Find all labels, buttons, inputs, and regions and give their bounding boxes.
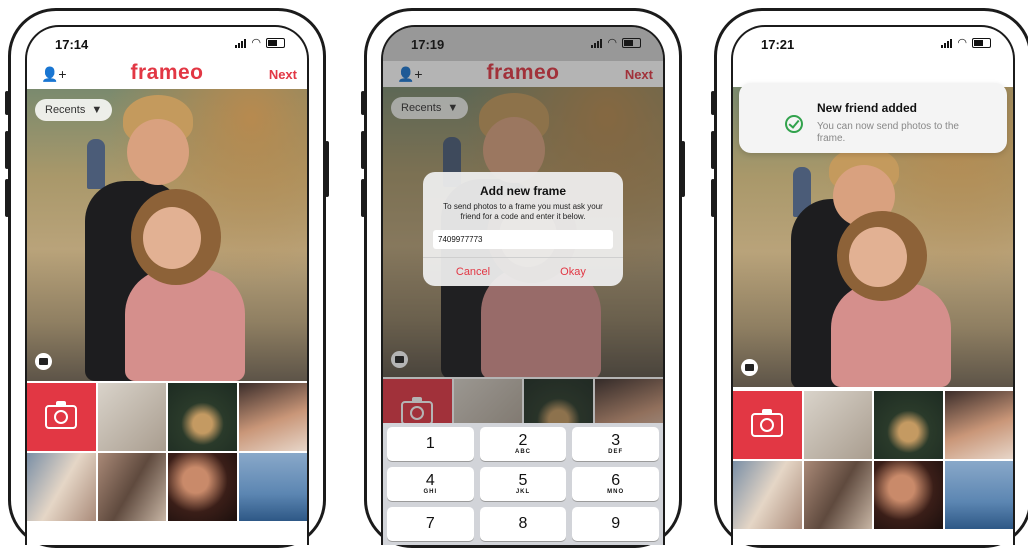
key-3[interactable]: 3 DEF <box>572 427 659 461</box>
key-1[interactable]: 1 <box>387 427 474 461</box>
recents-dropdown[interactable]: Recents ▼ <box>35 99 113 121</box>
toast-message: You can now send photos to the frame. <box>817 121 959 144</box>
photo-thumbnail[interactable] <box>238 453 307 521</box>
photo-thumbnail[interactable] <box>168 383 237 451</box>
key-5[interactable]: 5 JKL <box>479 467 567 501</box>
phone-2: 17:19 ◠ 👤+ frameo Next Recents ▼ Add new… <box>361 8 685 548</box>
key-8[interactable]: 8 <box>479 507 567 541</box>
signal-icon <box>941 38 953 48</box>
battery-icon <box>266 38 285 48</box>
photo-thumbnail[interactable] <box>97 383 166 451</box>
phone-3: 17:21 ◠ New friend added You can now sen… <box>711 8 1028 548</box>
camera-icon <box>751 409 784 437</box>
camera-button[interactable] <box>733 391 802 459</box>
app-header: 👤+ frameo Next <box>27 61 307 87</box>
photo-thumbnail[interactable] <box>168 453 237 521</box>
status-bar: 17:21 ◠ <box>733 27 1013 61</box>
camera-button[interactable] <box>27 383 96 451</box>
cancel-button[interactable]: Cancel <box>423 258 523 286</box>
gallery-icon[interactable] <box>35 353 52 370</box>
status-time: 17:14 <box>55 37 89 52</box>
phone-1: 17:14 ◠ 👤+ frameo Next Recents ▼ <box>5 8 329 548</box>
dialog-message: To send photos to a frame you must ask y… <box>443 202 603 221</box>
friend-added-toast: New friend added You can now send photos… <box>739 83 1007 153</box>
signal-icon <box>235 38 247 48</box>
toast-title: New friend added <box>817 101 918 115</box>
wifi-icon: ◠ <box>251 37 261 49</box>
photo-thumbnail[interactable] <box>238 383 307 451</box>
key-6[interactable]: 6 MNO <box>572 467 659 501</box>
photo-preview: Recents ▼ <box>27 89 307 381</box>
recents-label: Recents <box>45 104 86 116</box>
dialog-title: Add new frame <box>479 184 566 198</box>
photo-thumbnail[interactable] <box>944 391 1013 459</box>
photo-thumbnail[interactable] <box>803 461 872 529</box>
status-bar: 17:14 ◠ <box>27 27 307 61</box>
okay-button[interactable]: Okay <box>523 258 623 286</box>
check-circle-icon <box>785 115 803 133</box>
code-input[interactable]: 7409977773 <box>433 230 613 249</box>
key-2[interactable]: 2 ABC <box>479 427 567 461</box>
photo-thumbnail[interactable] <box>733 461 802 529</box>
photo-thumbnail[interactable] <box>874 391 943 459</box>
gallery-icon[interactable] <box>741 359 758 376</box>
photo-thumbnail[interactable] <box>874 461 943 529</box>
numeric-keypad: 1 2 ABC 3 DEF 4 GHI 5 JKL 6 MNO 7 8 9 <box>383 423 663 545</box>
key-9[interactable]: 9 <box>572 507 659 541</box>
status-time: 17:21 <box>761 37 795 52</box>
photo-grid <box>733 391 1013 529</box>
screen-add-frame: 17:19 ◠ 👤+ frameo Next Recents ▼ Add new… <box>381 25 665 545</box>
next-button[interactable]: Next <box>269 67 297 82</box>
photo-thumbnail[interactable] <box>944 461 1013 529</box>
screen-friend-added: 17:21 ◠ New friend added You can now sen… <box>731 25 1015 545</box>
screen-gallery: 17:14 ◠ 👤+ frameo Next Recents ▼ <box>25 25 309 545</box>
add-frame-dialog: Add new frame To send photos to a frame … <box>423 172 623 286</box>
photo-thumbnail[interactable] <box>27 453 96 521</box>
key-4[interactable]: 4 GHI <box>387 467 474 501</box>
photo-thumbnail[interactable] <box>97 453 166 521</box>
caret-down-icon: ▼ <box>91 104 103 116</box>
wifi-icon: ◠ <box>957 37 967 49</box>
photo-thumbnail[interactable] <box>803 391 872 459</box>
camera-icon <box>45 401 78 429</box>
photo-grid <box>27 383 307 521</box>
app-logo: frameo <box>130 61 204 84</box>
battery-icon <box>972 38 991 48</box>
key-7[interactable]: 7 <box>387 507 474 541</box>
